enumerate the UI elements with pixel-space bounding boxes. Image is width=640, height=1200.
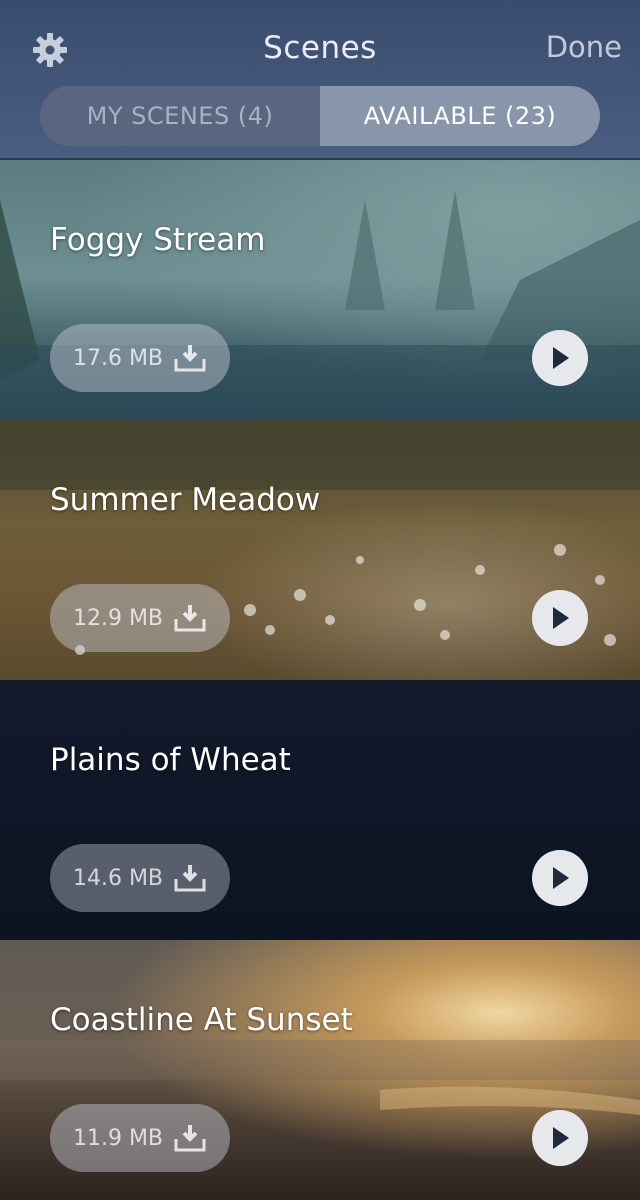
done-button[interactable]: Done [546,30,622,64]
download-button[interactable]: 11.9 MB [50,1104,230,1172]
file-size: 11.9 MB [72,1125,164,1151]
download-button[interactable]: 12.9 MB [50,584,230,652]
scene-row[interactable]: Plains of Wheat 14.6 MB [0,680,640,940]
play-icon [553,347,569,369]
download-button[interactable]: 14.6 MB [50,844,230,912]
nav-header: Scenes Done MY SCENES (4) AVAILABLE (23) [0,0,640,160]
play-button[interactable] [532,590,588,646]
play-icon [553,867,569,889]
scene-row[interactable]: Coastline At Sunset 11.9 MB [0,940,640,1200]
scene-row[interactable]: Summer Meadow 12.9 MB [0,420,640,680]
scene-title: Plains of Wheat [50,742,291,778]
scene-title: Summer Meadow [50,482,321,518]
divider [0,158,640,160]
play-button[interactable] [532,850,588,906]
file-size: 17.6 MB [72,345,164,371]
page-title: Scenes [263,30,377,66]
segmented-control: MY SCENES (4) AVAILABLE (23) [40,86,600,146]
play-icon [553,1127,569,1149]
file-size: 12.9 MB [72,605,164,631]
tab-my-scenes[interactable]: MY SCENES (4) [40,86,320,146]
tab-available[interactable]: AVAILABLE (23) [320,86,600,146]
scene-title: Foggy Stream [50,222,266,258]
download-button[interactable]: 17.6 MB [50,324,230,392]
download-icon [174,605,206,632]
download-icon [174,865,206,892]
download-icon [174,1125,206,1152]
play-button[interactable] [532,1110,588,1166]
download-icon [174,345,206,372]
play-icon [553,607,569,629]
scene-title: Coastline At Sunset [50,1002,353,1038]
scene-row[interactable]: Foggy Stream 17.6 MB [0,160,640,420]
file-size: 14.6 MB [72,865,164,891]
play-button[interactable] [532,330,588,386]
